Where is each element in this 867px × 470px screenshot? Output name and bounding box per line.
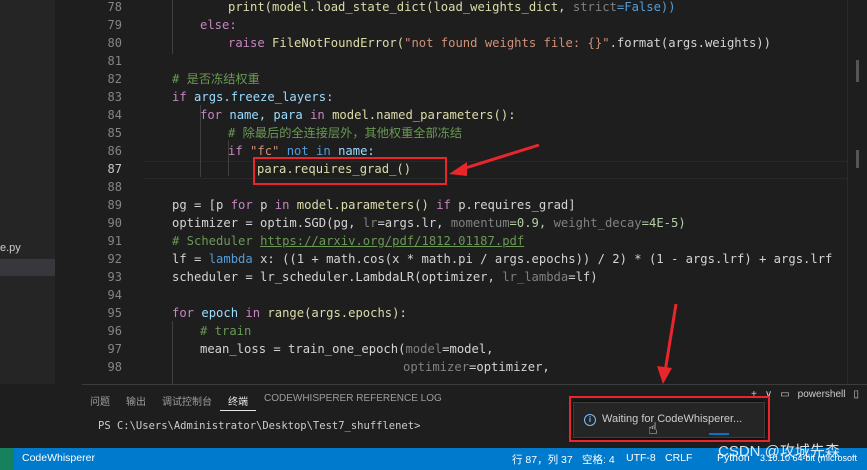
code-line-95[interactable]: for epoch in range(args.epochs): xyxy=(172,304,407,322)
line-number: 88 xyxy=(107,180,122,194)
line-number: 83 xyxy=(107,90,122,104)
line-number: 96 xyxy=(107,324,122,338)
annotation-arrow xyxy=(449,143,540,176)
tab-terminal[interactable]: 终端 xyxy=(220,389,256,411)
tab-problems[interactable]: 问题 xyxy=(82,389,118,411)
annotation-arrow xyxy=(657,303,678,384)
shell-label[interactable]: powershell xyxy=(798,389,846,400)
code-line-96[interactable]: # train xyxy=(200,322,251,340)
eol-setting[interactable]: CRLF xyxy=(665,452,692,464)
line-number: 95 xyxy=(107,306,122,320)
code-line-78[interactable]: print(model.load_state_dict(load_weights… xyxy=(228,0,676,16)
line-number: 87 xyxy=(107,162,122,176)
minimap-mark xyxy=(856,60,859,82)
explorer-sidebar: e.py xyxy=(0,0,55,384)
code-line-84[interactable]: for name, para in model.named_parameters… xyxy=(200,106,516,124)
cursor-position[interactable]: 行 87，列 37 xyxy=(512,452,573,467)
code-line-82[interactable]: # 是否冻结权重 xyxy=(172,70,260,88)
code-line-98[interactable]: optimizer=optimizer, xyxy=(403,358,550,376)
codewhisperer-status[interactable]: CodeWhisperer xyxy=(22,452,95,464)
explorer-selected-row[interactable] xyxy=(0,259,55,276)
panel-tabs: 问题 输出 调试控制台 终端 CODEWHISPERER REFERENCE L… xyxy=(82,389,450,411)
line-number: 97 xyxy=(107,342,122,356)
code-line-93[interactable]: scheduler = lr_scheduler.LambdaLR(optimi… xyxy=(172,268,598,286)
line-number: 79 xyxy=(107,18,122,32)
line-number: 86 xyxy=(107,144,122,158)
line-number: 93 xyxy=(107,270,122,284)
line-number: 98 xyxy=(107,360,122,374)
code-line-91[interactable]: # Scheduler https://arxiv.org/pdf/1812.0… xyxy=(172,232,524,250)
indent-setting[interactable]: 空格: 4 xyxy=(582,452,615,467)
terminal-prompt[interactable]: PS C:\Users\Administrator\Desktop\Test7_… xyxy=(98,420,420,432)
minimap[interactable] xyxy=(847,0,867,384)
watermark: CSDN @攻城先森 xyxy=(718,443,840,460)
hand-cursor-icon: ☝ xyxy=(648,419,658,438)
code-editor[interactable]: 78 79 80 81 82 83 84 85 86 87 88 89 90 9… xyxy=(55,0,867,384)
code-line-90[interactable]: optimizer = optim.SGD(pg, lr=args.lr, mo… xyxy=(172,214,686,232)
line-number: 90 xyxy=(107,216,122,230)
encoding-setting[interactable]: UTF-8 xyxy=(626,452,656,464)
line-number: 92 xyxy=(107,252,122,266)
split-icon[interactable]: ▯ xyxy=(853,389,859,400)
line-number: 78 xyxy=(107,0,122,14)
line-number: 85 xyxy=(107,126,122,140)
line-number: 82 xyxy=(107,72,122,86)
annotation-box xyxy=(569,396,770,442)
minimap-mark xyxy=(856,150,859,168)
indent-guide xyxy=(172,321,173,384)
code-line-97[interactable]: mean_loss = train_one_epoch(model=model, xyxy=(200,340,494,358)
tab-codewhisperer-log[interactable]: CODEWHISPERER REFERENCE LOG xyxy=(256,389,450,411)
code-line-83[interactable]: if args.freeze_layers: xyxy=(172,88,333,106)
explorer-file-item[interactable]: e.py xyxy=(0,242,21,254)
terminal-icon: ▭ xyxy=(780,389,790,400)
code-line-85[interactable]: # 除最后的全连接层外，其他权重全部冻结 xyxy=(228,124,462,142)
line-number: 94 xyxy=(107,288,122,302)
line-number: 91 xyxy=(107,234,122,248)
url-link[interactable]: https://arxiv.org/pdf/1812.01187.pdf xyxy=(260,234,524,248)
line-number: 89 xyxy=(107,198,122,212)
code-line-92[interactable]: lf = lambda x: ((1 + math.cos(x * math.p… xyxy=(172,250,867,268)
line-number: 81 xyxy=(107,54,122,68)
tab-output[interactable]: 输出 xyxy=(118,389,154,411)
line-number: 84 xyxy=(107,108,122,122)
code-line-80[interactable]: raise FileNotFoundError("not found weigh… xyxy=(228,34,771,52)
tab-debug-console[interactable]: 调试控制台 xyxy=(154,389,220,411)
remote-indicator[interactable] xyxy=(0,448,14,470)
code-line-89[interactable]: pg = [p for p in model.parameters() if p… xyxy=(172,196,576,214)
annotation-box xyxy=(253,157,447,185)
code-line-79[interactable]: else: xyxy=(200,16,237,34)
line-number: 80 xyxy=(107,36,122,50)
indent-guide xyxy=(172,0,173,54)
